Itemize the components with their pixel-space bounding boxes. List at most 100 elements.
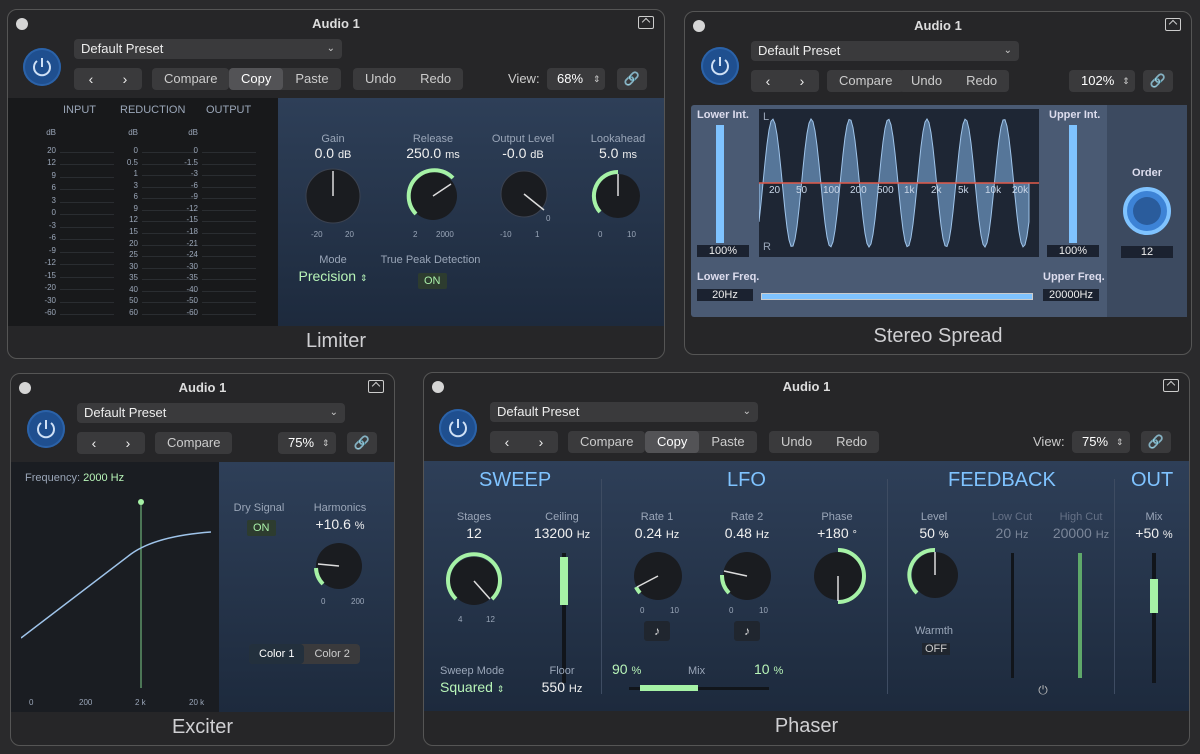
redo-button[interactable]: Redo <box>824 431 879 453</box>
link-button[interactable]: 🔗 <box>1141 431 1171 453</box>
link-button[interactable]: 🔗 <box>617 68 647 90</box>
level-knob[interactable] <box>907 547 963 603</box>
meter-tick: 60 <box>129 308 138 317</box>
close-button[interactable] <box>19 382 31 394</box>
redo-button[interactable]: Redo <box>408 68 463 90</box>
lower-int-slider[interactable] <box>716 125 724 243</box>
close-button[interactable] <box>693 20 705 32</box>
compare-button[interactable]: Compare <box>568 431 646 453</box>
expand-icon[interactable] <box>638 16 654 29</box>
upper-int-slider[interactable] <box>1069 125 1077 243</box>
harmonics-knob[interactable] <box>311 538 367 594</box>
meter-tick: 40 <box>129 284 138 294</box>
prev-button[interactable]: ‹ <box>77 432 111 454</box>
preset-dropdown[interactable]: Default Preset ⌄ <box>74 39 342 59</box>
lookahead-knob[interactable] <box>590 168 646 224</box>
lower-int-value[interactable]: 100% <box>697 245 749 257</box>
lfo-mix-slider[interactable] <box>640 685 698 691</box>
power-button[interactable] <box>439 409 477 447</box>
next-button[interactable]: › <box>111 432 145 454</box>
compare-button[interactable]: Compare <box>152 68 230 90</box>
power-button[interactable] <box>701 47 739 85</box>
compare-button[interactable]: Compare <box>827 70 905 92</box>
view-zoom-select[interactable]: 102% ⇕ <box>1069 70 1135 92</box>
next-button[interactable]: › <box>524 431 558 453</box>
mode-select[interactable]: Precision ⇕ <box>293 268 373 284</box>
stages-knob[interactable] <box>442 549 506 613</box>
sweep-mode-select[interactable]: Squared ⇕ <box>440 679 504 695</box>
preset-dropdown[interactable]: Default Preset ⌄ <box>77 403 345 423</box>
power-button[interactable] <box>23 48 61 86</box>
link-button[interactable]: 🔗 <box>347 432 377 454</box>
view-zoom-select[interactable]: 75% ⇕ <box>278 432 336 454</box>
preset-dropdown[interactable]: Default Preset ⌄ <box>490 402 758 422</box>
output-level-unit: dB <box>530 149 544 161</box>
view-zoom-select[interactable]: 68% ⇕ <box>547 68 605 90</box>
meter-gridline <box>202 290 256 292</box>
next-button[interactable]: › <box>785 70 819 92</box>
right-label: R <box>763 241 771 253</box>
undo-button[interactable]: Undo <box>353 68 408 90</box>
output-level-zero: 0 <box>546 214 551 223</box>
high-cut-slider[interactable] <box>1078 553 1082 678</box>
copy-button[interactable]: Copy <box>229 68 284 90</box>
output-level-min: -10 <box>500 230 512 239</box>
output-label: OUTPUT <box>206 104 252 116</box>
high-cut-label: High Cut <box>1059 511 1103 523</box>
limiter-controls: Gain 0.0 dB -20 20 Release 250.0 ms 2 20… <box>278 98 664 326</box>
gain-value: 0.0 <box>314 145 335 161</box>
sync-note-icon[interactable]: ♪ <box>734 621 760 641</box>
freq-range-slider[interactable] <box>761 293 1033 300</box>
sync-note-icon[interactable]: ♪ <box>644 621 670 641</box>
warmth-toggle[interactable]: OFF <box>922 643 950 655</box>
out-header: OUT <box>1131 469 1174 491</box>
x-tick: 2 k <box>135 698 146 707</box>
floor-unit: Hz <box>568 683 583 695</box>
expand-icon[interactable] <box>1165 18 1181 31</box>
window-title: Audio 1 <box>178 380 227 395</box>
undo-button[interactable]: Undo <box>769 431 824 453</box>
release-knob[interactable] <box>403 166 463 226</box>
close-button[interactable] <box>16 18 28 30</box>
redo-button[interactable]: Redo <box>954 70 1009 92</box>
prev-button[interactable]: ‹ <box>74 68 108 90</box>
phase-knob[interactable] <box>809 547 867 605</box>
power-icon[interactable]: ⏻ <box>1034 683 1052 698</box>
power-button[interactable] <box>27 410 65 448</box>
color1-button[interactable]: Color 1 <box>249 644 305 664</box>
close-button[interactable] <box>432 381 444 393</box>
prev-button[interactable]: ‹ <box>490 431 524 453</box>
lookahead-label: Lookahead <box>590 133 646 145</box>
rate1-knob[interactable] <box>631 549 685 603</box>
true-peak-toggle[interactable]: ON <box>418 273 447 289</box>
out-mix-slider[interactable] <box>1150 579 1158 613</box>
order-value[interactable]: 12 <box>1121 246 1173 258</box>
paste-button[interactable]: Paste <box>699 431 756 453</box>
meter-gridline <box>202 267 256 269</box>
expand-icon[interactable] <box>1163 379 1179 392</box>
paste-button[interactable]: Paste <box>283 68 340 90</box>
compare-button[interactable]: Compare <box>155 432 233 454</box>
next-button[interactable]: › <box>108 68 142 90</box>
gain-knob[interactable] <box>303 166 363 226</box>
low-cut-slider[interactable] <box>1011 553 1014 678</box>
sweep-range-slider[interactable] <box>560 557 568 605</box>
order-knob[interactable] <box>1121 185 1173 237</box>
prev-button[interactable]: ‹ <box>751 70 785 92</box>
upper-freq-value[interactable]: 20000Hz <box>1043 289 1099 301</box>
release-min: 2 <box>413 230 418 239</box>
view-zoom-select[interactable]: 75% ⇕ <box>1072 431 1130 453</box>
undo-button[interactable]: Undo <box>899 70 954 92</box>
preset-dropdown[interactable]: Default Preset ⌄ <box>751 41 1019 61</box>
x-tick: 20 k <box>189 698 205 707</box>
expand-icon[interactable] <box>368 380 384 393</box>
link-button[interactable]: 🔗 <box>1143 70 1173 92</box>
dry-signal-toggle[interactable]: ON <box>247 520 276 536</box>
copy-button[interactable]: Copy <box>645 431 700 453</box>
stepper-icon: ⇕ <box>593 74 601 84</box>
lower-freq-value[interactable]: 20Hz <box>697 289 753 301</box>
mode-label: Mode <box>319 254 347 266</box>
upper-int-value[interactable]: 100% <box>1047 245 1099 257</box>
color2-button[interactable]: Color 2 <box>304 644 359 664</box>
rate2-knob[interactable] <box>720 549 774 603</box>
